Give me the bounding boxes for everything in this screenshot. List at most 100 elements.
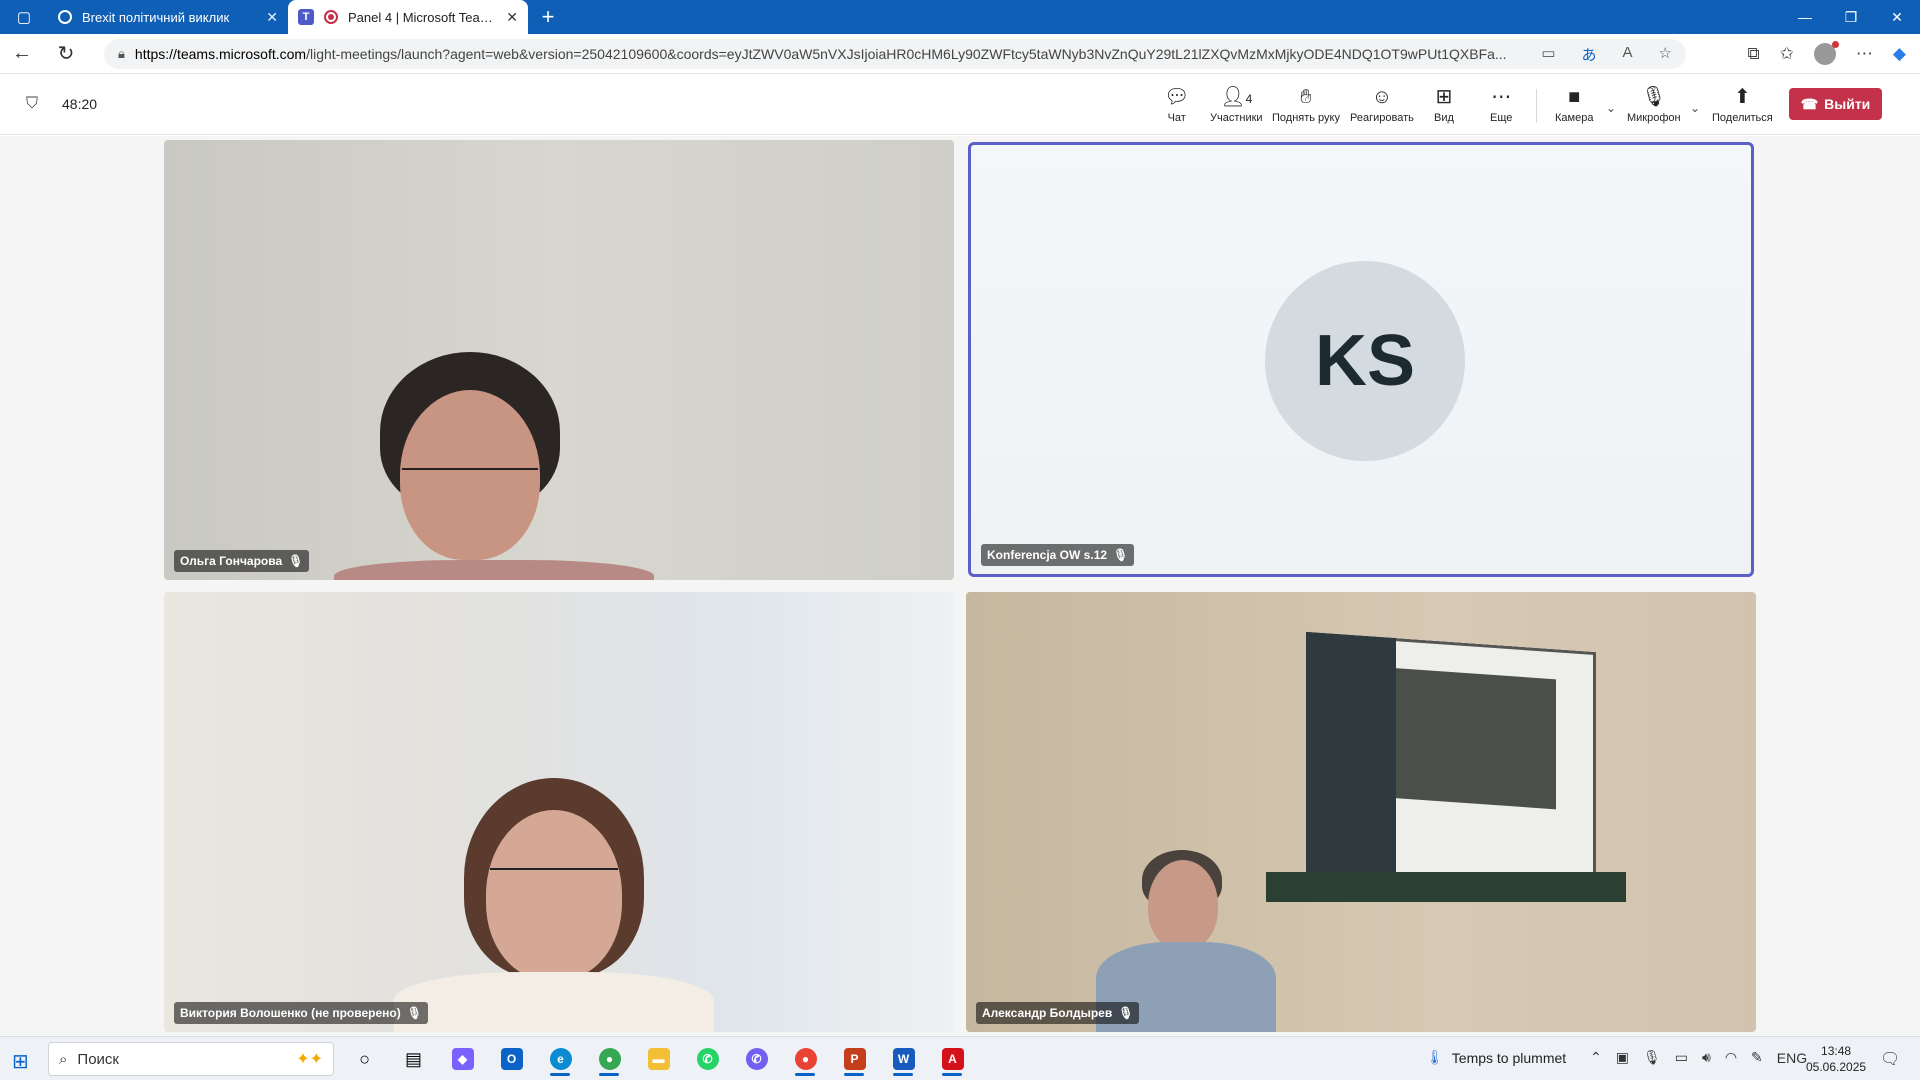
- tab-title: Panel 4 | Microsoft Teams: [348, 9, 497, 25]
- chat-button[interactable]: 💬︎ Чат: [1164, 85, 1189, 124]
- tab-brexit[interactable]: Brexit політичний виклик ✕: [48, 0, 288, 34]
- slide-sidebar: [1306, 631, 1396, 879]
- chat-label: Чат: [1167, 112, 1186, 124]
- view-button[interactable]: ⊞ Вид: [1434, 85, 1454, 124]
- chrome-icon[interactable]: ●: [589, 1041, 630, 1077]
- more-menu-icon[interactable]: ⋯: [1856, 44, 1873, 64]
- chat-icon: 💬︎: [1164, 86, 1190, 108]
- raise-hand-label: Поднять руку: [1272, 112, 1340, 124]
- mic-off-icon: 🎙︎: [1641, 86, 1667, 108]
- camera-icon: ■: [1568, 86, 1581, 108]
- new-tab-button[interactable]: +: [528, 0, 568, 34]
- pen-icon[interactable]: ✎: [1751, 1049, 1763, 1066]
- participants-button[interactable]: 👤︎4 Участники: [1210, 85, 1263, 124]
- share-button[interactable]: ⬆ Поделиться: [1712, 85, 1773, 124]
- blackboard: [1266, 872, 1626, 902]
- wifi-icon[interactable]: ◠: [1725, 1049, 1737, 1066]
- site-favicon-icon: [58, 10, 72, 24]
- video-tile-olga[interactable]: Ольга Гончарова 🎙︎: [164, 140, 954, 580]
- microphone-tray-icon[interactable]: 🎙︎: [1643, 1049, 1661, 1066]
- back-button[interactable]: ←: [0, 34, 44, 74]
- copilot-app-icon[interactable]: ◆: [442, 1041, 483, 1077]
- cortana-icon[interactable]: ○: [344, 1041, 385, 1077]
- share-label: Поделиться: [1712, 112, 1773, 124]
- viber-icon[interactable]: ✆: [736, 1041, 777, 1077]
- participant-name: Ольга Гончарова: [180, 554, 283, 568]
- refresh-button[interactable]: ↻: [44, 34, 88, 74]
- video-tile-aleksandr[interactable]: Александр Болдырев 🎙︎: [966, 592, 1756, 1032]
- notifications-icon[interactable]: 🗨︎: [1880, 1049, 1900, 1069]
- more-dots-icon: ⋯: [1491, 86, 1512, 108]
- language-indicator[interactable]: ENG: [1777, 1050, 1807, 1066]
- file-explorer-icon[interactable]: ▬: [638, 1041, 679, 1077]
- participant-name: Александр Болдырев: [982, 1006, 1113, 1020]
- read-aloud-icon[interactable]: A: [1623, 44, 1633, 65]
- extensions-icon[interactable]: ⧉: [1748, 44, 1760, 64]
- translate-icon[interactable]: あ: [1582, 44, 1597, 65]
- acrobat-icon[interactable]: A: [932, 1041, 973, 1077]
- lock-icon[interactable]: 🔒︎: [118, 46, 125, 62]
- clock[interactable]: 13:48 05.06.2025: [1806, 1043, 1866, 1075]
- browser-title-bar: ▢ Brexit політичний виклик ✕ T Panel 4 |…: [0, 0, 1920, 34]
- task-view-icon[interactable]: ▤: [393, 1041, 434, 1077]
- mic-button[interactable]: 🎙︎ Микрофон: [1627, 85, 1681, 124]
- taskbar-search[interactable]: ⌕ Поиск ✦✦: [48, 1042, 334, 1076]
- whatsapp-icon[interactable]: ✆: [687, 1041, 728, 1077]
- restore-icon[interactable]: ❐: [1828, 0, 1874, 34]
- chrome-profile-icon[interactable]: ●: [785, 1041, 826, 1077]
- close-tab-icon[interactable]: ✕: [506, 9, 518, 26]
- video-tile-viktoria[interactable]: Виктория Волошенко (не проверено) 🎙︎: [164, 592, 954, 1032]
- url-field[interactable]: 🔒︎ https://teams.microsoft.com/light-mee…: [104, 39, 1686, 69]
- weather-widget[interactable]: 🌡︎ Temps to plummet: [1426, 1049, 1566, 1066]
- glasses: [402, 468, 538, 470]
- raise-hand-button[interactable]: ✋︎ Поднять руку: [1272, 85, 1340, 124]
- tab-teams[interactable]: T Panel 4 | Microsoft Teams ✕: [288, 0, 528, 34]
- participant-name-badge: Konferencja OW s.12 🎙︎: [981, 544, 1135, 566]
- battery-icon[interactable]: ▭: [1675, 1049, 1688, 1066]
- participant-name: Konferencja OW s.12: [987, 548, 1108, 562]
- volume-icon[interactable]: 🔊︎: [1702, 1049, 1711, 1066]
- teams-favicon-icon: T: [298, 9, 314, 25]
- react-button[interactable]: ☺ Реагировать: [1350, 85, 1414, 124]
- favorites-icon[interactable]: ✩: [1780, 44, 1794, 64]
- leave-label: Выйти: [1824, 96, 1871, 112]
- camera-button[interactable]: ■ Камера: [1555, 85, 1593, 124]
- minimize-icon[interactable]: —: [1782, 0, 1828, 34]
- tab-actions-icon[interactable]: ▢: [0, 0, 48, 34]
- word-icon[interactable]: W: [883, 1041, 924, 1077]
- recording-icon: [324, 10, 338, 24]
- powerpoint-icon[interactable]: P: [834, 1041, 875, 1077]
- shield-icon[interactable]: ⛉: [26, 95, 38, 113]
- profile-avatar[interactable]: [1813, 41, 1839, 65]
- camera-options-chevron-icon[interactable]: ⌄: [1606, 101, 1616, 115]
- participant-name: Виктория Волошенко (не проверено): [180, 1006, 401, 1020]
- close-window-icon[interactable]: ✕: [1874, 0, 1920, 34]
- edge-icon[interactable]: e: [540, 1041, 581, 1077]
- outlook-icon[interactable]: O: [491, 1041, 532, 1077]
- mic-muted-icon: 🎙︎: [406, 1006, 422, 1020]
- meeting-toolbar: ⛉ 48:20 💬︎ Чат 👤︎4 Участники ✋︎ Поднять …: [0, 75, 1920, 135]
- search-placeholder: Поиск: [77, 1050, 119, 1068]
- face: [486, 810, 622, 980]
- copilot-icon[interactable]: ◆: [1893, 44, 1906, 64]
- favorite-star-icon[interactable]: ☆: [1659, 44, 1672, 65]
- windows-start-icon[interactable]: ⊞: [12, 1049, 29, 1074]
- mic-options-chevron-icon[interactable]: ⌄: [1690, 101, 1700, 115]
- view-label: Вид: [1434, 112, 1454, 124]
- thermometer-icon: 🌡︎: [1426, 1049, 1444, 1065]
- video-tile-konferencja[interactable]: KS Konferencja OW s.12 🎙︎: [968, 142, 1754, 577]
- camera-permission-icon[interactable]: ▭: [1541, 44, 1555, 65]
- slide-image: [1396, 668, 1556, 810]
- url-text[interactable]: https://teams.microsoft.com/light-meetin…: [135, 46, 1531, 62]
- leave-button[interactable]: ☎︎ Выйти: [1789, 88, 1882, 120]
- share-icon: ⬆: [1733, 86, 1751, 108]
- more-button[interactable]: ⋯ Еще: [1490, 85, 1512, 124]
- close-tab-icon[interactable]: ✕: [266, 9, 278, 26]
- hand-icon: ✋︎: [1300, 86, 1312, 108]
- display-icon[interactable]: ▣: [1616, 1049, 1629, 1066]
- participant-name-badge: Ольга Гончарова 🎙︎: [174, 550, 310, 572]
- system-tray: ⌃ ▣ 🎙︎ ▭ 🔊︎ ◠ ✎ ENG: [1590, 1049, 1807, 1066]
- shoulders: [334, 560, 654, 580]
- chevron-up-icon[interactable]: ⌃: [1590, 1049, 1602, 1066]
- face: [400, 390, 540, 560]
